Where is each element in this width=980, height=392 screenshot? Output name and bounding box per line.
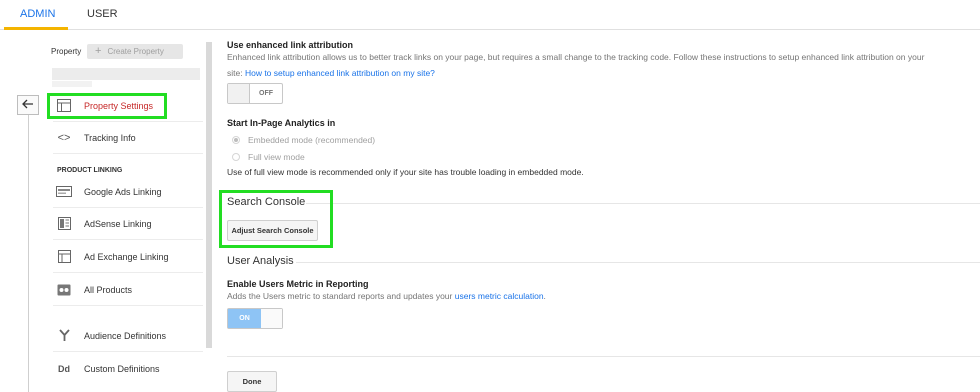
tab-admin[interactable]: ADMIN [20,8,55,20]
enhanced-link-desc-prefix: site: [227,68,245,78]
enhanced-link-desc-text: Enhanced link attribution allows us to b… [227,52,925,62]
ads-icon [56,185,72,199]
sidebar-item-label: All Products [84,284,133,295]
enhanced-link-description: Enhanced link attribution allows us to b… [227,49,977,81]
toggle-state-label: ON [228,309,261,328]
users-metric-toggle[interactable]: ON [227,308,283,329]
sidebar-item-label: AdSense Linking [84,218,152,229]
toggle-knob [228,84,250,103]
enhanced-link-help-link[interactable]: How to setup enhanced link attribution o… [245,68,435,78]
radio-label: Full view mode [248,152,305,162]
section-divider [296,262,980,263]
sidebar-item-label: Tracking Info [84,132,136,143]
plus-icon: + [95,45,102,57]
code-brackets-icon: <> [57,131,71,144]
sidebar-item-audience-definitions[interactable]: Audience Definitions [53,320,203,352]
ad-exchange-icon [56,250,72,264]
sidebar-item-custom-definitions[interactable]: Dd Custom Definitions [53,353,203,385]
sidebar-item-all-products[interactable]: All Products [53,274,203,306]
property-label: Property [51,47,82,56]
sidebar-item-label: Ad Exchange Linking [84,251,169,262]
tab-user[interactable]: USER [87,8,118,20]
sidebar-item-label: Google Ads Linking [84,186,162,197]
arrow-left-icon [22,96,34,114]
users-metric-calculation-link[interactable]: users metric calculation [455,291,544,301]
radio-label: Embedded mode (recommended) [248,135,376,145]
in-page-analytics-title: Start In-Page Analytics in [227,118,336,128]
done-button[interactable]: Done [227,371,277,392]
sidebar-item-ad-exchange-linking[interactable]: Ad Exchange Linking [53,241,203,273]
radio-embedded-mode[interactable]: Embedded mode (recommended) [232,135,375,145]
audience-fork-icon [56,329,72,343]
radio-button[interactable] [232,153,240,161]
create-property-button[interactable]: + Create Property [87,44,183,59]
users-metric-desc-suffix: . [543,291,546,301]
footer-divider [227,356,980,357]
dd-icon: Dd [58,364,70,374]
products-icon [56,283,72,297]
property-id-redacted [52,81,92,87]
highlight-box-search-console [219,190,333,248]
adsense-icon [56,217,72,231]
user-analysis-title: User Analysis [227,255,294,267]
section-label-product-linking: PRODUCT LINKING [57,167,123,174]
sidebar-item-label: Custom Definitions [84,364,160,374]
section-divider [306,203,980,204]
radio-button-selected[interactable] [232,136,240,144]
sidebar-item-tracking-info[interactable]: <> Tracking Info [53,122,203,154]
property-selector-redacted[interactable] [52,68,200,80]
users-metric-desc-text: Adds the Users metric to standard report… [227,291,455,301]
sidebar-item-label: Audience Definitions [84,330,167,341]
radio-full-view-mode[interactable]: Full view mode [232,152,305,162]
sidebar-item-adsense-linking[interactable]: AdSense Linking [53,208,203,240]
sidebar-item-google-ads-linking[interactable]: Google Ads Linking [53,176,203,208]
highlight-box-property-settings [47,93,167,119]
gutter-divider [28,113,29,392]
create-property-label: Create Property [107,47,164,56]
users-metric-description: Adds the Users metric to standard report… [227,288,546,304]
full-view-note: Use of full view mode is recommended onl… [227,167,584,177]
back-button[interactable] [17,95,39,115]
toggle-state-label: OFF [259,90,273,97]
enhanced-link-toggle[interactable]: OFF [227,83,283,104]
toggle-knob [261,309,282,328]
left-gutter [0,30,46,392]
top-nav-bar: ADMIN USER [0,0,980,30]
